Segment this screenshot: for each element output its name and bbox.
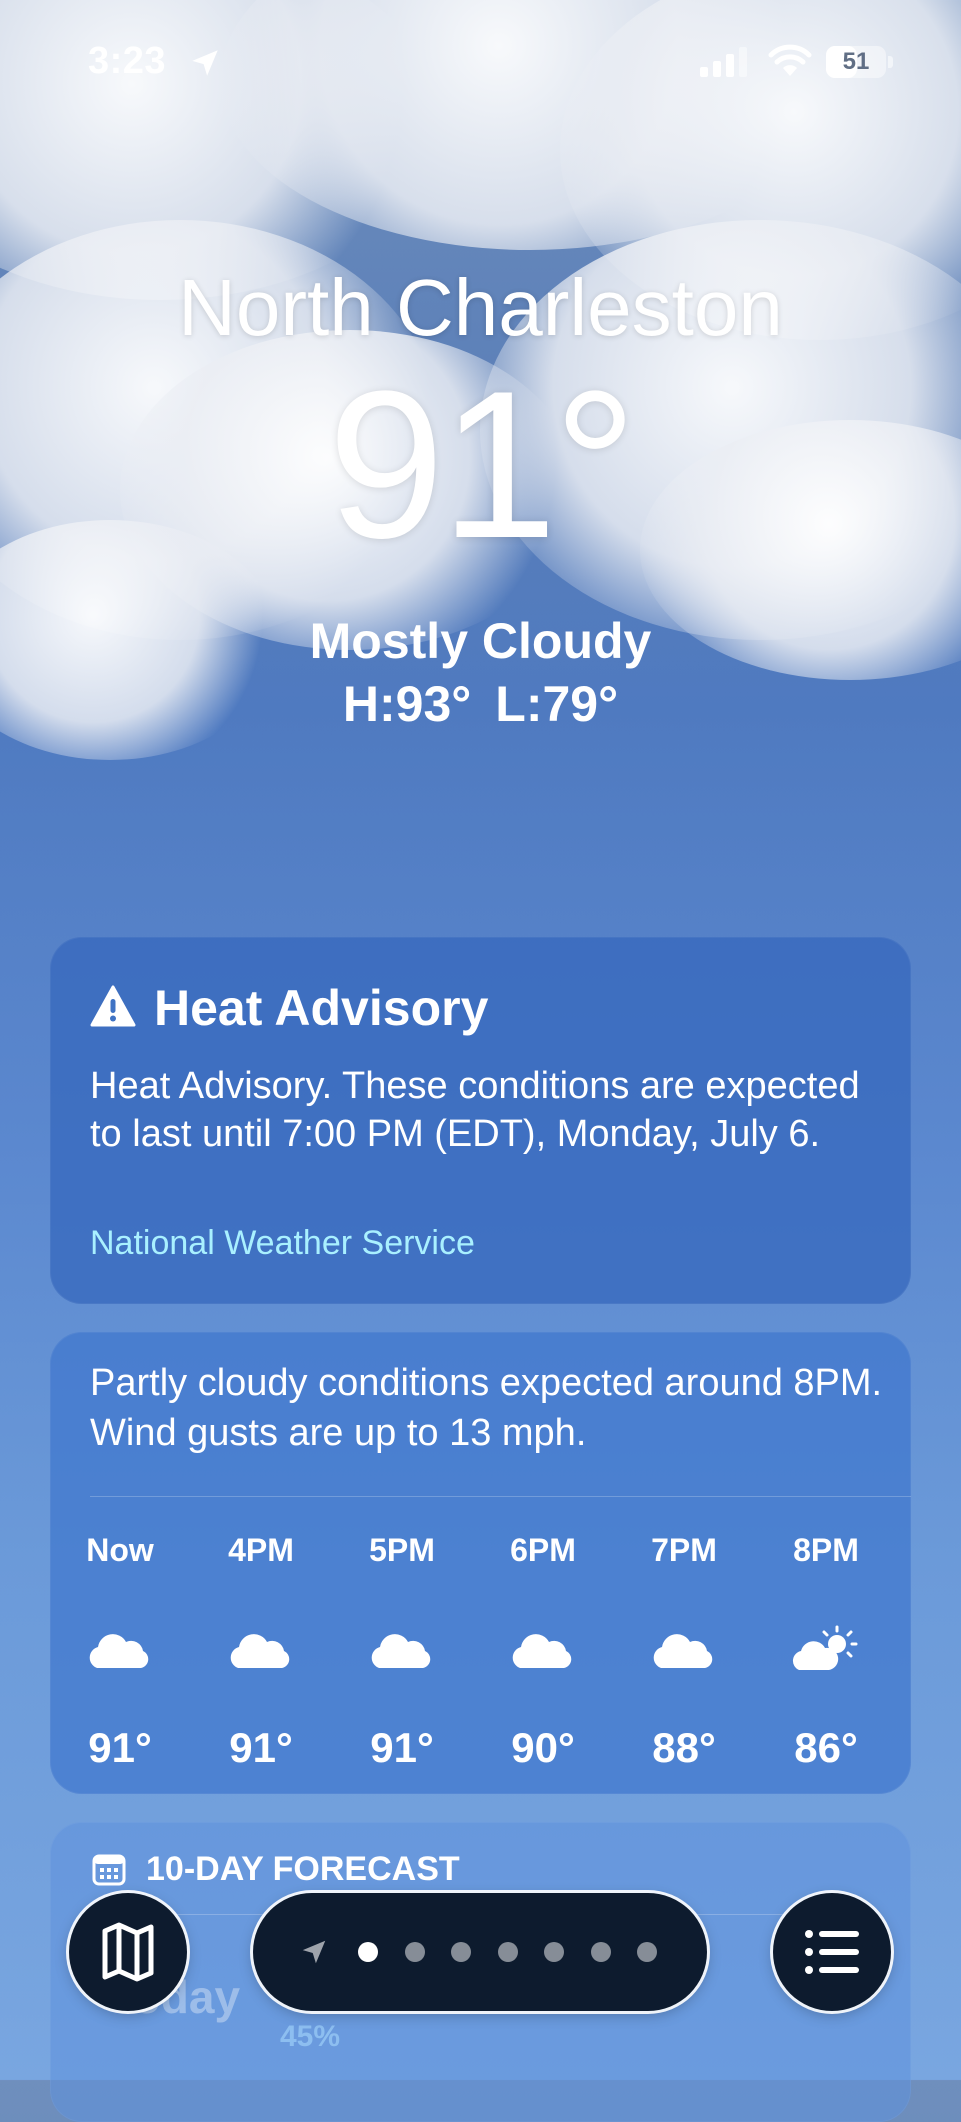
page-dot[interactable] (637, 1942, 657, 1962)
advisory-title: Heat Advisory (154, 980, 489, 1036)
hour-label: 4PM (228, 1532, 294, 1568)
cloud-icon (649, 1624, 719, 1674)
location-arrow-icon (192, 50, 218, 76)
hour-label: 7PM (651, 1532, 717, 1568)
calendar-icon (92, 1854, 126, 1886)
hourly-summary: Partly cloudy conditions expected around… (90, 1362, 883, 1454)
precipitation-chance: 45% (280, 2020, 341, 2053)
high-low: H:93° L:79° (0, 675, 961, 733)
current-temperature: 91° (327, 347, 638, 582)
hour-temperature: 88° (652, 1724, 716, 1771)
battery-icon: 51 (826, 46, 894, 78)
current-condition: Mostly Cloudy (309, 613, 652, 669)
hour-column: 6PM 90° (483, 1532, 603, 1772)
divider (90, 1496, 911, 1497)
high-temperature: H:93° (342, 676, 472, 732)
battery-level: 51 (842, 48, 870, 75)
list-icon (805, 1930, 859, 1974)
heat-advisory-card[interactable]: Heat Advisory Heat Advisory. These condi… (50, 937, 911, 1304)
page-dot[interactable] (358, 1942, 378, 1962)
hour-temperature: 91° (229, 1724, 293, 1771)
page-dot[interactable] (404, 1942, 425, 1962)
location-pager[interactable] (253, 1893, 707, 2011)
hour-column: 7PM 88° (624, 1532, 744, 1772)
warning-icon (90, 985, 136, 1027)
hour-temperature: 90° (511, 1724, 575, 1771)
wifi-icon (768, 44, 812, 76)
hour-column: Now 91° (60, 1532, 180, 1772)
hour-column: 5PM 91° (342, 1532, 462, 1772)
page-dot[interactable] (544, 1942, 564, 1962)
cloud-icon (85, 1624, 155, 1674)
cellular-signal-icon (700, 47, 747, 77)
cloud-icon (226, 1624, 296, 1674)
hour-label: 5PM (369, 1532, 435, 1568)
hour-column: 8PM 86° (766, 1532, 886, 1772)
hour-temperature: 91° (370, 1724, 434, 1771)
status-time: 3:23 (88, 40, 167, 82)
page-dot[interactable] (497, 1942, 518, 1962)
hour-label: Now (86, 1532, 154, 1568)
advisory-body: Heat Advisory. These conditions are expe… (90, 1065, 860, 1155)
city-name: North Charleston (178, 263, 783, 352)
locations-list-button[interactable] (773, 1893, 891, 2011)
page-dot[interactable] (590, 1942, 611, 1962)
hour-label: 8PM (793, 1532, 859, 1568)
cloud-icon (508, 1624, 578, 1674)
map-button[interactable] (69, 1893, 187, 2011)
status-bar: 3:23 51 (0, 0, 961, 130)
partly-sunny-icon (791, 1624, 861, 1674)
hour-temperature: 86° (794, 1724, 858, 1771)
map-icon (102, 1922, 154, 1982)
cloud-icon (367, 1624, 437, 1674)
hourly-forecast-card[interactable]: Partly cloudy conditions expected around… (50, 1332, 911, 1794)
low-temperature: L:79° (495, 676, 619, 732)
hour-temperature: 91° (88, 1724, 152, 1771)
advisory-source-link[interactable]: National Weather Service (90, 1224, 475, 1263)
current-location-icon[interactable] (299, 1937, 329, 1967)
page-dot[interactable] (451, 1942, 471, 1962)
hour-column: 4PM 91° (201, 1532, 321, 1772)
hour-label: 6PM (510, 1532, 576, 1568)
ten-day-title: 10-DAY FORECAST (146, 1850, 460, 1888)
